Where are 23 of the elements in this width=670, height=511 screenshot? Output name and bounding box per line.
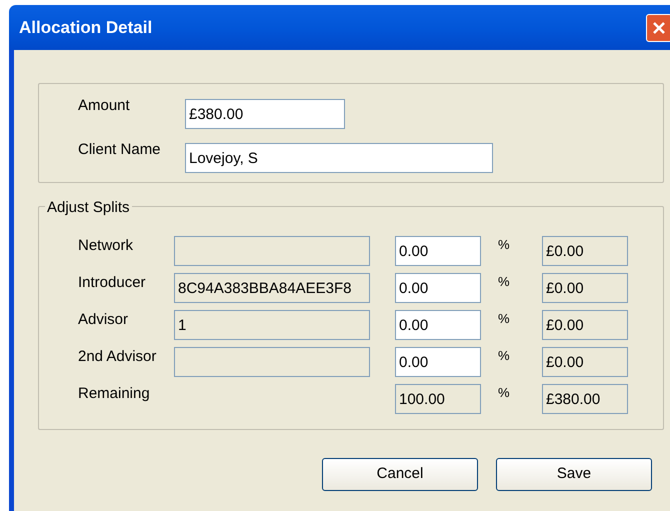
close-button[interactable] [646, 14, 670, 42]
percent-sign: % [498, 236, 511, 254]
window-title: Allocation Detail [19, 16, 154, 39]
percent-sign: % [498, 347, 511, 365]
percent-sign: % [498, 273, 511, 291]
field-label: Client Name [78, 140, 162, 160]
text-field[interactable]: 0.00 [395, 236, 481, 266]
dialog-button[interactable]: Save [496, 458, 652, 491]
field-label: 2nd Advisor [78, 347, 158, 367]
percent-sign: % [498, 310, 511, 328]
field-label: Amount [78, 96, 131, 116]
dialog-button[interactable]: Cancel [322, 458, 478, 491]
text-field[interactable]: 0.00 [395, 310, 481, 340]
percent-sign: % [498, 384, 511, 402]
field-label: Introducer [78, 273, 147, 293]
close-icon [652, 20, 666, 34]
field-label: Advisor [78, 310, 130, 330]
text-field[interactable]: £380.00 [185, 99, 345, 129]
field-label: Remaining [78, 384, 151, 404]
text-field[interactable]: 0.00 [395, 273, 481, 303]
text-field[interactable]: 0.00 [395, 347, 481, 377]
field-label: Network [78, 236, 134, 256]
text-field[interactable]: Lovejoy, S [185, 143, 493, 173]
